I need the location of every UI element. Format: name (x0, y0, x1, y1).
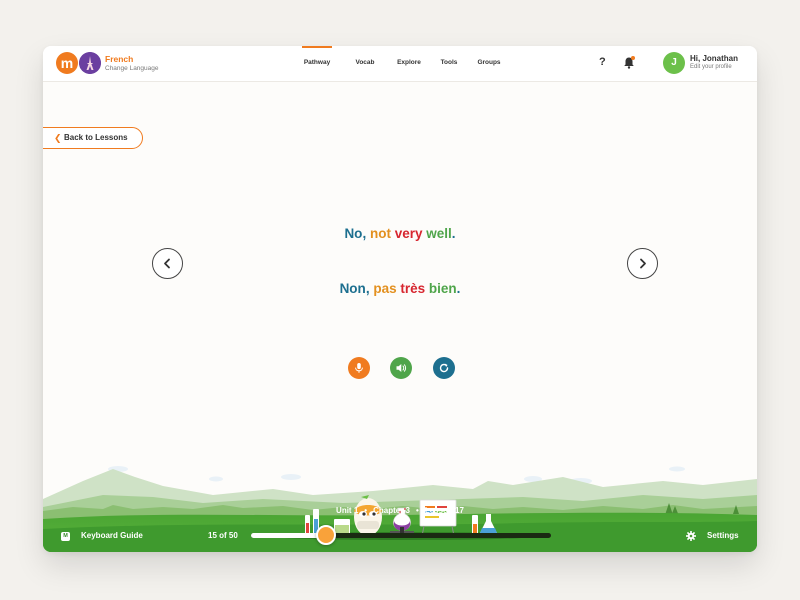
progress-handle[interactable] (316, 525, 336, 545)
keyboard-icon[interactable]: M (61, 532, 70, 541)
comma: , (365, 281, 370, 296)
notification-dot (631, 56, 635, 60)
french-flag-icon[interactable] (79, 52, 101, 74)
avatar[interactable]: J (663, 52, 685, 74)
breadcrumb-separator: • (364, 506, 368, 515)
keyboard-guide-link[interactable]: Keyboard Guide (81, 531, 143, 540)
footer-bar: M Keyboard Guide 15 of 50 Settings (43, 522, 757, 552)
back-to-lessons-button[interactable]: ❮ Back to Lessons (43, 127, 143, 149)
nav-tools[interactable]: Tools (438, 46, 460, 82)
replay-icon (439, 363, 449, 373)
word-no: No (344, 226, 363, 241)
app-logo[interactable]: m (56, 52, 78, 74)
progress-counter: 15 of 50 (208, 531, 238, 540)
french-phrase: Non, pas très bien. (43, 281, 757, 296)
speaker-icon (396, 364, 407, 372)
previous-button[interactable] (152, 248, 183, 279)
period: . (456, 281, 461, 296)
period: . (451, 226, 456, 241)
edit-profile-link[interactable]: Edit your profile (690, 64, 738, 70)
word-not: not (369, 226, 391, 241)
nav-groups[interactable]: Groups (475, 46, 503, 82)
gear-icon[interactable] (686, 531, 696, 541)
word-tres: très (400, 281, 426, 296)
chevron-left-icon: ❮ (54, 133, 62, 143)
record-button[interactable] (348, 357, 370, 379)
english-phrase: No, not very well. (43, 226, 757, 241)
nav-vocab[interactable]: Vocab (352, 46, 378, 82)
app-window: m French Change Language Pathway Vocab E… (43, 46, 757, 552)
comma: , (362, 226, 367, 241)
word-non: Non (339, 281, 366, 296)
progress-slider[interactable] (251, 525, 551, 545)
user-menu[interactable]: Hi, Jonathan Edit your profile (690, 54, 738, 70)
next-button[interactable] (627, 248, 658, 279)
microphone-icon (355, 363, 363, 373)
bell-icon[interactable] (623, 56, 637, 70)
replay-button[interactable] (433, 357, 455, 379)
chevron-left-icon (164, 258, 170, 269)
user-greeting: Hi, Jonathan (690, 54, 739, 63)
word-well: well (426, 226, 452, 241)
settings-link[interactable]: Settings (707, 531, 739, 540)
progress-fill (251, 533, 326, 538)
current-language: French (105, 54, 134, 64)
word-pas: pas (373, 281, 397, 296)
top-bar: m French Change Language Pathway Vocab E… (43, 46, 757, 82)
breadcrumb-separator: • (416, 506, 419, 515)
language-switcher[interactable]: French Change Language (105, 54, 159, 72)
change-language-link[interactable]: Change Language (105, 65, 159, 72)
word-bien: bien (428, 281, 457, 296)
help-icon[interactable]: ? (599, 56, 606, 68)
breadcrumb-lesson: Lesson 17 (424, 506, 464, 515)
nav-explore[interactable]: Explore (395, 46, 423, 82)
nav-pathway[interactable]: Pathway (302, 46, 332, 82)
lesson-breadcrumb: Unit 1 • Chapter 3 • Lesson 17 (43, 506, 757, 515)
back-to-lessons-label: Back to Lessons (64, 133, 128, 142)
breadcrumb-chapter: Chapter 3 (373, 506, 410, 515)
breadcrumb-unit: Unit 1 (336, 506, 359, 515)
play-audio-button[interactable] (390, 357, 412, 379)
chevron-right-icon (640, 258, 646, 269)
word-very: very (394, 226, 423, 241)
